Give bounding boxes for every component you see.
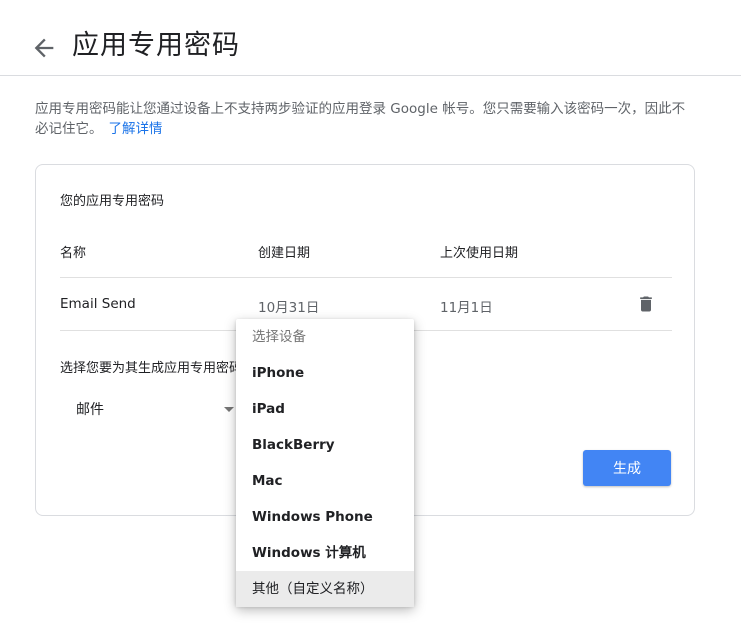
- password-last-used-date: 11月1日: [440, 300, 493, 316]
- column-header-last-used: 上次使用日期: [440, 246, 519, 261]
- device-option-ipad[interactable]: iPad: [236, 391, 414, 427]
- back-button[interactable]: [30, 34, 58, 62]
- device-option-windows-computer[interactable]: Windows 计算机: [236, 535, 414, 571]
- learn-more-link[interactable]: 了解详情: [109, 121, 163, 137]
- page-header: 应用专用密码: [0, 0, 741, 76]
- select-app-device-label: 选择您要为其生成应用专用密码的应用和设备。: [60, 361, 244, 376]
- column-header-name: 名称: [60, 246, 87, 261]
- device-option-windows-phone[interactable]: Windows Phone: [236, 499, 414, 535]
- app-select[interactable]: 邮件: [76, 399, 236, 423]
- column-header-created: 创建日期: [258, 246, 311, 261]
- device-dropdown-header: 选择设备: [252, 329, 306, 345]
- password-created-date: 10月31日: [258, 300, 320, 316]
- table-divider: [60, 277, 672, 278]
- device-option-iphone[interactable]: iPhone: [236, 355, 414, 391]
- app-select-value: 邮件: [76, 402, 104, 418]
- page-title: 应用专用密码: [72, 30, 240, 61]
- password-name: Email Send: [60, 296, 136, 312]
- device-dropdown-menu: 选择设备 iPhone iPad BlackBerry Mac Windows …: [236, 319, 414, 607]
- card-title: 您的应用专用密码: [60, 194, 165, 209]
- trash-icon: [640, 296, 652, 312]
- delete-password-button[interactable]: [636, 293, 656, 315]
- dropdown-caret-icon: [224, 407, 234, 412]
- device-option-mac[interactable]: Mac: [236, 463, 414, 499]
- device-option-blackberry[interactable]: BlackBerry: [236, 427, 414, 463]
- device-option-other-custom[interactable]: 其他（自定义名称）: [236, 571, 414, 607]
- page-description: 应用专用密码能让您通过设备上不支持两步验证的应用登录 Google 帐号。您只需…: [35, 99, 695, 139]
- generate-button[interactable]: 生成: [583, 450, 671, 486]
- arrow-left-icon: [34, 38, 54, 58]
